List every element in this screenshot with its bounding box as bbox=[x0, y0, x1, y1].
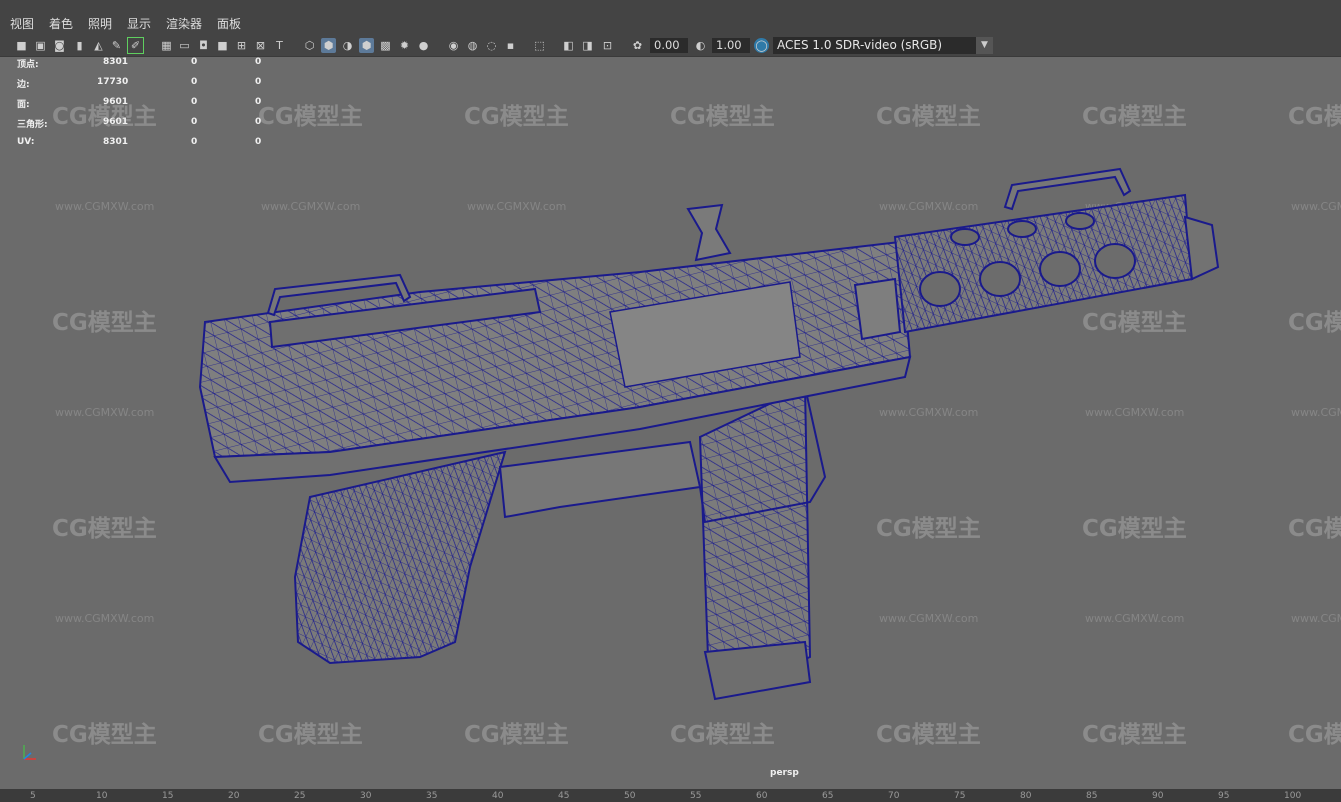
use-all-lights-icon[interactable]: ✹ bbox=[397, 38, 412, 53]
time-tick: 35 bbox=[426, 791, 438, 801]
safe-action-icon[interactable]: ⊠ bbox=[253, 38, 268, 53]
time-tick: 60 bbox=[756, 791, 768, 801]
menu-view[interactable]: 视图 bbox=[10, 16, 34, 33]
backface-culling-icon[interactable]: ⊡ bbox=[600, 38, 615, 53]
hud-value: 0 bbox=[191, 57, 198, 67]
view-transform-icon[interactable]: ◯ bbox=[754, 38, 769, 53]
hud-value: 0 bbox=[191, 117, 198, 127]
wireframe-icon[interactable]: ⬡ bbox=[302, 38, 317, 53]
hud-label: 顶点: bbox=[17, 60, 39, 70]
hud-value: 0 bbox=[191, 97, 198, 107]
hud-label: 边: bbox=[17, 80, 30, 90]
colorspace-select[interactable]: ACES 1.0 SDR-video (sRGB) ▼ bbox=[773, 37, 993, 54]
hud-value: 0 bbox=[255, 97, 262, 107]
cocking-knob bbox=[686, 203, 732, 262]
gamma-field[interactable]: 1.00 bbox=[712, 38, 750, 53]
menu-renderer[interactable]: 渲染器 bbox=[166, 16, 202, 33]
2d-pan-icon[interactable]: ◭ bbox=[91, 38, 106, 53]
resolution-gate-icon[interactable]: ◘ bbox=[196, 38, 211, 53]
menu-show[interactable]: 显示 bbox=[127, 16, 151, 33]
view-axis-icon bbox=[23, 745, 36, 760]
hud-row-triangles: 三角形: 9601 0 0 bbox=[17, 117, 287, 130]
hud-row-faces: 面: 9601 0 0 bbox=[17, 97, 287, 110]
hud-value: 0 bbox=[255, 77, 262, 87]
chevron-down-icon[interactable]: ▼ bbox=[976, 37, 993, 54]
time-tick: 55 bbox=[690, 791, 702, 801]
time-tick: 75 bbox=[954, 791, 966, 801]
hud-value: 9601 bbox=[103, 97, 129, 107]
model-wireframe[interactable] bbox=[0, 57, 1341, 790]
time-tick: 40 bbox=[492, 791, 504, 801]
multisample-aa-icon[interactable]: ◌ bbox=[484, 38, 499, 53]
hud-label: UV: bbox=[17, 137, 35, 147]
hud-value: 0 bbox=[191, 77, 198, 87]
isolate-select-icon[interactable]: ⬚ bbox=[532, 38, 547, 53]
time-tick: 45 bbox=[558, 791, 570, 801]
hud-value: 9601 bbox=[103, 117, 129, 127]
trigger-guard bbox=[498, 440, 702, 519]
time-tick: 65 bbox=[822, 791, 834, 801]
colorspace-value: ACES 1.0 SDR-video (sRGB) bbox=[777, 38, 943, 52]
hud-value: 8301 bbox=[103, 137, 129, 147]
time-tick: 95 bbox=[1218, 791, 1230, 801]
gate-mask-icon[interactable]: ■ bbox=[215, 38, 230, 53]
hud-value: 0 bbox=[255, 137, 262, 147]
hud-value: 17730 bbox=[97, 77, 129, 87]
textured-icon[interactable]: ▩ bbox=[378, 38, 393, 53]
time-tick: 15 bbox=[162, 791, 174, 801]
time-tick: 80 bbox=[1020, 791, 1032, 801]
grid-icon[interactable]: ▦ bbox=[159, 38, 174, 53]
hud-value: 0 bbox=[255, 57, 262, 67]
hud-label: 三角形: bbox=[17, 120, 48, 130]
screen-space-ao-icon[interactable]: ◉ bbox=[446, 38, 461, 53]
time-tick: 70 bbox=[888, 791, 900, 801]
xray-joints-icon[interactable]: ◨ bbox=[580, 38, 595, 53]
xray-icon[interactable]: ◧ bbox=[561, 38, 576, 53]
smooth-shade-icon[interactable]: ⬢ bbox=[321, 38, 336, 53]
hud-value: 8301 bbox=[103, 57, 129, 67]
depth-of-field-icon[interactable]: ▪ bbox=[503, 38, 518, 53]
time-tick: 10 bbox=[96, 791, 108, 801]
motion-blur-icon[interactable]: ◍ bbox=[465, 38, 480, 53]
menu-lighting[interactable]: 照明 bbox=[88, 16, 112, 33]
time-tick: 25 bbox=[294, 791, 306, 801]
time-tick: 5 bbox=[30, 791, 36, 801]
menu-shading[interactable]: 着色 bbox=[49, 16, 73, 33]
hud-row-vertices: 顶点: 8301 0 0 bbox=[17, 57, 287, 70]
brush-icon[interactable]: ✐ bbox=[127, 37, 144, 54]
hud-row-edges: 边: 17730 0 0 bbox=[17, 77, 287, 90]
time-slider[interactable]: 5 10 15 20 25 30 35 40 45 50 55 60 65 70… bbox=[0, 789, 1341, 802]
image-plane-icon[interactable]: ◙ bbox=[52, 38, 67, 53]
time-tick: 100 bbox=[1284, 791, 1302, 801]
hud-row-uvs: UV: 8301 0 0 bbox=[17, 137, 287, 149]
menu-bar: 视图 着色 照明 显示 渲染器 面板 bbox=[0, 0, 1341, 34]
menu-panels[interactable]: 面板 bbox=[217, 16, 241, 33]
grease-pencil-icon[interactable]: ✎ bbox=[109, 38, 124, 53]
exposure-icon[interactable]: ✿ bbox=[630, 38, 645, 53]
panel-toolbar: ■ ▣ ◙ ▮ ◭ ✎ ✐ ▦ ▭ ◘ ■ ⊞ ⊠ T ⬡ ⬢ ◑ ⬢ ▩ ✹ … bbox=[0, 35, 1341, 56]
camera-icon[interactable]: ■ bbox=[14, 38, 29, 53]
hud-value: 0 bbox=[191, 137, 198, 147]
field-chart-icon[interactable]: ⊞ bbox=[234, 38, 249, 53]
muzzle bbox=[1183, 215, 1220, 281]
time-tick: 50 bbox=[624, 791, 636, 801]
wireframe-on-shaded-icon[interactable]: ⬢ bbox=[359, 38, 374, 53]
hud-value: 0 bbox=[255, 117, 262, 127]
safe-title-icon[interactable]: T bbox=[272, 38, 287, 53]
bookmark-icon[interactable]: ▮ bbox=[72, 38, 87, 53]
camera-name-label: persp bbox=[770, 768, 799, 778]
hud-label: 面: bbox=[17, 100, 30, 110]
default-material-icon[interactable]: ◑ bbox=[340, 38, 355, 53]
exposure-field[interactable]: 0.00 bbox=[650, 38, 688, 53]
time-tick: 85 bbox=[1086, 791, 1098, 801]
front-sight bbox=[1003, 167, 1132, 211]
time-tick: 30 bbox=[360, 791, 372, 801]
shadows-icon[interactable]: ● bbox=[416, 38, 431, 53]
camera-attributes-icon[interactable]: ▣ bbox=[33, 38, 48, 53]
viewport-persp[interactable]: CG模型主 CG模型主 CG模型主 CG模型主 CG模型主 CG模型主 CG模型… bbox=[0, 56, 1341, 789]
gamma-icon[interactable]: ◐ bbox=[693, 38, 708, 53]
film-gate-icon[interactable]: ▭ bbox=[177, 38, 192, 53]
time-tick: 20 bbox=[228, 791, 240, 801]
time-tick: 90 bbox=[1152, 791, 1164, 801]
